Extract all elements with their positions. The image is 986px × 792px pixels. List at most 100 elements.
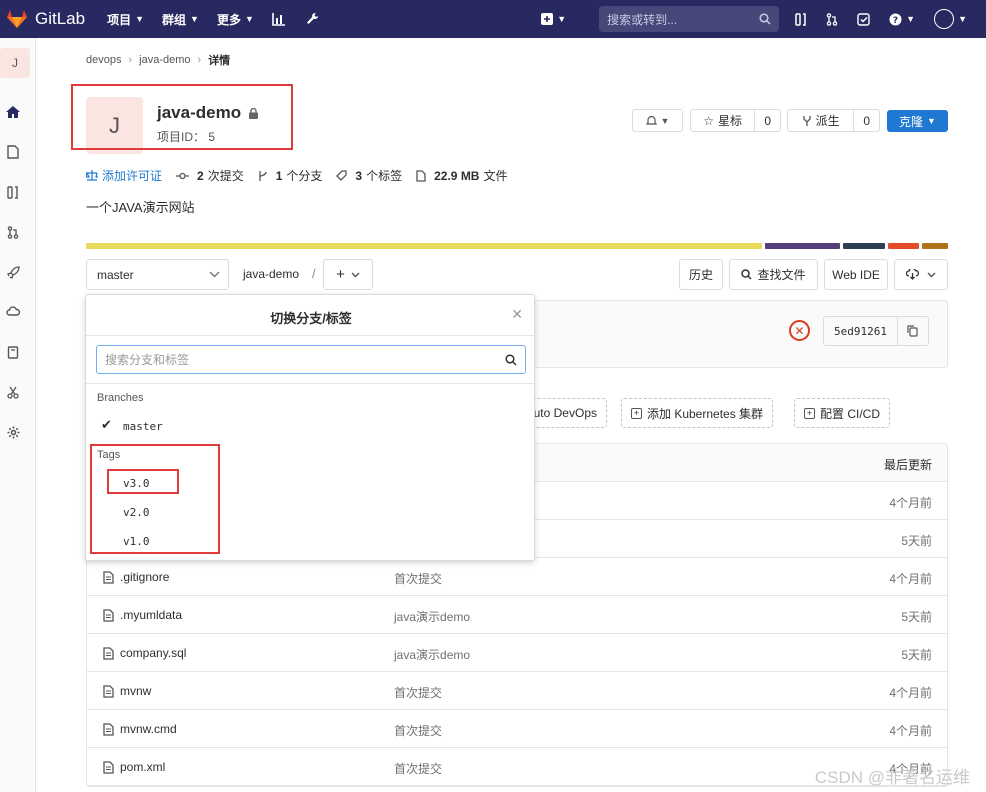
web-ide-button[interactable]: Web IDE xyxy=(824,259,888,290)
user-avatar-menu[interactable]: ▼ xyxy=(934,9,967,29)
language-segment[interactable] xyxy=(86,243,763,249)
table-row[interactable]: .myumldata java演示demo 5天前 xyxy=(87,596,947,634)
table-row[interactable]: .gitignore 首次提交 4个月前 xyxy=(87,558,947,596)
admin-wrench-icon[interactable] xyxy=(306,12,319,26)
language-segment[interactable] xyxy=(922,243,948,249)
table-row[interactable]: mvnw 首次提交 4个月前 xyxy=(87,672,947,710)
chevron-down-icon xyxy=(927,272,936,277)
commit-time: 4个月前 xyxy=(889,572,932,586)
nav-projects-menu[interactable]: 项目 ▼ xyxy=(107,11,144,28)
nav-groups-menu[interactable]: 群组 ▼ xyxy=(162,11,199,28)
branch-search-input[interactable]: 搜索分支和标签 xyxy=(96,345,526,374)
cicd-rocket-icon[interactable] xyxy=(5,264,21,280)
breadcrumb-item-project[interactable]: java-demo xyxy=(139,54,190,66)
sidebar-project-avatar[interactable]: J xyxy=(0,48,30,78)
chevron-down-icon: ▼ xyxy=(906,14,916,24)
copy-sha-button[interactable] xyxy=(898,317,928,345)
file-link[interactable]: mvnw xyxy=(103,684,151,698)
breadcrumb-item-group[interactable]: devops xyxy=(86,54,121,66)
download-button[interactable] xyxy=(894,259,948,290)
check-icon: ✔ xyxy=(101,417,112,432)
commit-sha[interactable]: 5ed91261 xyxy=(824,317,898,345)
close-icon[interactable]: ✕ xyxy=(511,306,523,323)
todos-check-icon[interactable] xyxy=(857,12,870,26)
branches-stat[interactable]: 1 个分支 xyxy=(258,167,322,184)
add-kubernetes-label: 添加 Kubernetes 集群 xyxy=(647,406,764,421)
star-label: 星标 xyxy=(718,114,743,128)
highlight-box-tag-v3 xyxy=(107,469,179,494)
merge-request-icon[interactable] xyxy=(5,224,21,240)
star-button[interactable]: ☆ 星标 0 xyxy=(690,109,781,132)
fork-count: 0 xyxy=(853,110,879,131)
table-row[interactable]: company.sql java演示demo 5天前 xyxy=(87,634,947,672)
file-icon xyxy=(103,760,114,774)
brand-name: GitLab xyxy=(35,9,86,28)
file-icon xyxy=(103,646,114,660)
issues-icon[interactable] xyxy=(5,184,21,200)
activity-chart-icon[interactable] xyxy=(272,12,286,26)
fork-button[interactable]: 派生 0 xyxy=(787,109,880,132)
commits-stat[interactable]: 2 次提交 xyxy=(176,167,244,184)
clone-button[interactable]: 克隆 ▼ xyxy=(887,110,948,132)
chevron-down-icon: ▼ xyxy=(660,115,670,126)
notification-button[interactable]: ▼ xyxy=(632,109,683,132)
find-file-button[interactable]: 查找文件 xyxy=(729,259,818,290)
file-link[interactable]: mvnw.cmd xyxy=(103,722,177,736)
divider xyxy=(86,383,536,384)
file-link[interactable]: company.sql xyxy=(103,646,186,660)
files-label: 文件 xyxy=(483,169,508,183)
add-license-link[interactable]: 添加许可证 xyxy=(86,167,162,184)
language-segment[interactable] xyxy=(888,243,920,249)
chevron-right-icon: › xyxy=(197,54,202,66)
nav-more-menu[interactable]: 更多 ▼ xyxy=(217,11,254,28)
configure-cicd-label: 配置 CI/CD xyxy=(820,406,881,421)
brand[interactable]: GitLab xyxy=(6,9,85,29)
add-to-tree-button[interactable]: + xyxy=(323,259,373,290)
avatar xyxy=(934,9,955,29)
snippets-scissors-icon[interactable] xyxy=(5,384,21,400)
branch-selector[interactable]: master xyxy=(86,259,229,290)
project-home-icon[interactable] xyxy=(5,104,21,120)
clone-label: 克隆 xyxy=(899,114,924,129)
file-link[interactable]: pom.xml xyxy=(103,760,165,774)
language-segment[interactable] xyxy=(843,243,886,249)
commit-message[interactable]: 首次提交 xyxy=(394,722,442,739)
files-size-stat[interactable]: 22.9 MB 文件 xyxy=(416,167,508,184)
chevron-down-icon: ▼ xyxy=(135,14,145,24)
history-button[interactable]: 历史 xyxy=(679,259,723,290)
repository-file-icon[interactable] xyxy=(5,144,21,160)
commit-message[interactable]: 首次提交 xyxy=(394,760,442,777)
plus-square-icon: + xyxy=(804,407,815,419)
chevron-down-icon xyxy=(209,271,220,278)
merge-requests-icon[interactable] xyxy=(826,12,838,26)
commit-message[interactable]: java演示demo xyxy=(394,646,470,663)
commit-message[interactable]: 首次提交 xyxy=(394,684,442,701)
project-description: 一个JAVA演示网站 xyxy=(86,200,195,215)
file-link[interactable]: .myumldata xyxy=(103,608,182,622)
pipeline-failed-icon[interactable]: ✕ xyxy=(789,320,810,341)
operations-cloud-icon[interactable] xyxy=(5,304,21,320)
tag-icon xyxy=(336,170,348,181)
add-kubernetes-button[interactable]: + 添加 Kubernetes 集群 xyxy=(621,398,774,428)
file-link[interactable]: .gitignore xyxy=(103,570,169,584)
wiki-book-icon[interactable] xyxy=(5,344,21,360)
repo-path[interactable]: java-demo xyxy=(243,267,299,281)
chevron-down-icon: ▼ xyxy=(927,116,936,126)
language-bar xyxy=(86,243,948,249)
help-icon[interactable]: ? ▼ xyxy=(889,13,915,26)
commit-message[interactable]: java演示demo xyxy=(394,608,470,625)
breadcrumb-item-current: 详情 xyxy=(208,55,231,67)
new-item-plus-icon[interactable]: ▼ xyxy=(541,13,566,25)
settings-gear-icon[interactable] xyxy=(5,424,21,440)
file-name: company.sql xyxy=(120,646,187,660)
commit-message[interactable]: 首次提交 xyxy=(394,570,442,587)
issues-board-icon[interactable] xyxy=(795,12,807,26)
tags-stat[interactable]: 3 个标签 xyxy=(336,167,402,184)
table-row[interactable]: mvnw.cmd 首次提交 4个月前 xyxy=(87,710,947,748)
project-sidebar: J xyxy=(0,38,36,792)
global-search-placeholder: 搜索或转到... xyxy=(607,12,678,27)
configure-cicd-button[interactable]: + 配置 CI/CD xyxy=(794,398,891,428)
language-segment[interactable] xyxy=(765,243,841,249)
dropdown-item-branch[interactable]: master xyxy=(123,420,163,433)
global-search-input[interactable]: 搜索或转到... xyxy=(599,6,780,32)
